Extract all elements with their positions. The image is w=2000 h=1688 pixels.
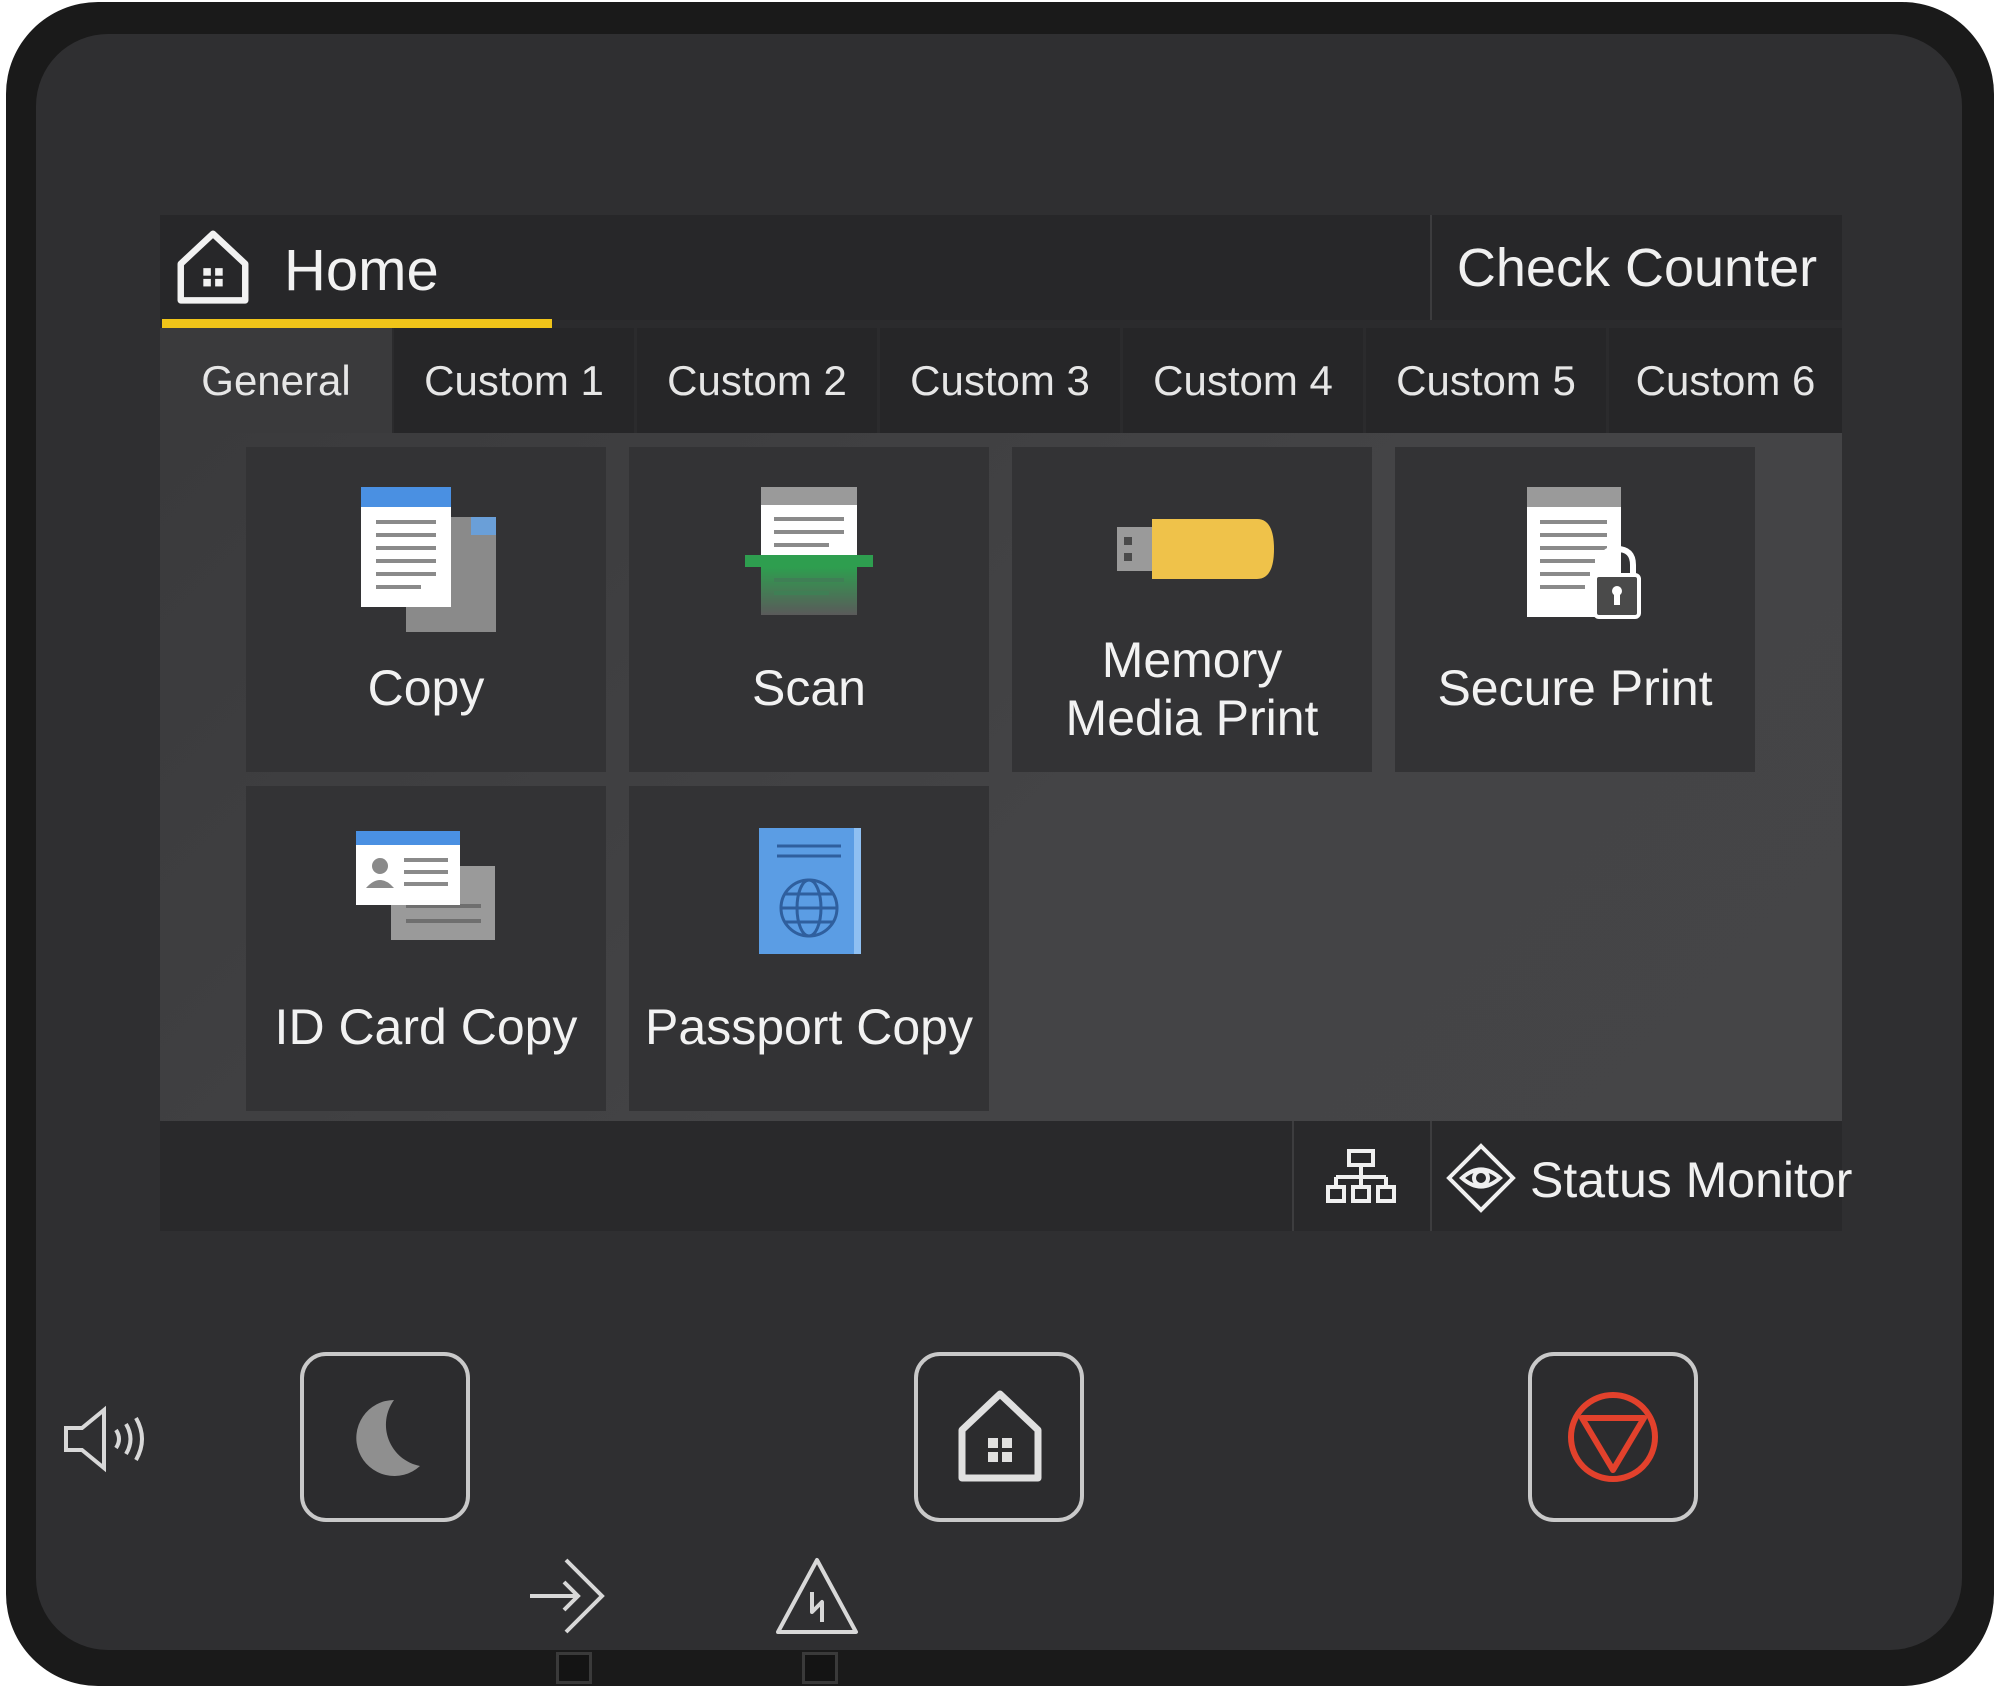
tab-custom-6[interactable]: Custom 6 bbox=[1609, 328, 1842, 433]
secure-print-tile[interactable]: Secure Print bbox=[1395, 447, 1755, 772]
check-counter-button[interactable]: Check Counter bbox=[1430, 215, 1842, 320]
home-icon bbox=[958, 1390, 1042, 1482]
home-key[interactable] bbox=[914, 1352, 1084, 1522]
status-monitor-button[interactable]: Status Monitor bbox=[1430, 1121, 1852, 1231]
id-card-copy-label: ID Card Copy bbox=[274, 999, 578, 1055]
secure-print-label: Secure Print bbox=[1437, 660, 1713, 716]
touch-screen: Home Check Counter General Custom 1 Cust… bbox=[160, 215, 1852, 1231]
scan-icon bbox=[745, 487, 873, 615]
copy-icon bbox=[361, 487, 496, 632]
network-button[interactable] bbox=[1292, 1121, 1430, 1231]
speaker-icon bbox=[64, 1405, 144, 1473]
tab-custom-5[interactable]: Custom 5 bbox=[1366, 328, 1606, 433]
tab-custom-4[interactable]: Custom 4 bbox=[1123, 328, 1363, 433]
memory-media-print-label: Memory Media Print bbox=[1012, 631, 1372, 747]
error-indicator-lamp bbox=[802, 1652, 838, 1684]
passport-copy-tile[interactable]: Passport Copy bbox=[629, 786, 989, 1111]
function-grid: Copy Scan Memory Media Print Secure Prin… bbox=[160, 433, 1842, 1121]
tab-custom-1[interactable]: Custom 1 bbox=[394, 328, 634, 433]
tab-general[interactable]: General bbox=[160, 328, 392, 433]
tab-custom-3[interactable]: Custom 3 bbox=[880, 328, 1120, 433]
copy-label: Copy bbox=[367, 660, 485, 716]
error-warning-icon bbox=[776, 1558, 858, 1634]
tab-custom-2[interactable]: Custom 2 bbox=[637, 328, 877, 433]
home-icon bbox=[177, 230, 249, 304]
eye-diamond-icon bbox=[1446, 1143, 1516, 1213]
tab-bar: General Custom 1 Custom 2 Custom 3 Custo… bbox=[160, 328, 1842, 433]
sleep-key[interactable] bbox=[300, 1352, 470, 1522]
usb-memory-icon bbox=[1117, 519, 1274, 579]
status-bar: Status Monitor bbox=[160, 1121, 1852, 1231]
data-indicator-lamp bbox=[556, 1652, 592, 1684]
moon-icon bbox=[356, 1400, 420, 1476]
passport-copy-label: Passport Copy bbox=[645, 999, 973, 1055]
id-card-icon bbox=[356, 831, 495, 940]
memory-media-print-label-line2: Media Print bbox=[1065, 690, 1319, 746]
home-tab-button[interactable]: Home bbox=[160, 215, 552, 328]
scan-tile[interactable]: Scan bbox=[629, 447, 989, 772]
scan-label: Scan bbox=[752, 660, 866, 716]
stop-key[interactable] bbox=[1528, 1352, 1698, 1522]
memory-media-print-tile[interactable]: Memory Media Print bbox=[1012, 447, 1372, 772]
copy-tile[interactable]: Copy bbox=[246, 447, 606, 772]
check-counter-label: Check Counter bbox=[1456, 238, 1818, 298]
id-card-copy-tile[interactable]: ID Card Copy bbox=[246, 786, 606, 1111]
home-active-indicator bbox=[162, 319, 552, 328]
memory-media-print-label-line1: Memory bbox=[1101, 632, 1283, 688]
secure-print-lock-icon bbox=[1527, 487, 1641, 619]
status-monitor-label: Status Monitor bbox=[1530, 1152, 1853, 1208]
home-label: Home bbox=[284, 238, 439, 303]
passport-icon bbox=[759, 828, 861, 954]
data-arrow-icon bbox=[530, 1558, 605, 1634]
network-icon bbox=[1326, 1149, 1396, 1203]
stop-icon bbox=[1568, 1392, 1658, 1482]
header-bar: Home Check Counter bbox=[160, 215, 1842, 328]
